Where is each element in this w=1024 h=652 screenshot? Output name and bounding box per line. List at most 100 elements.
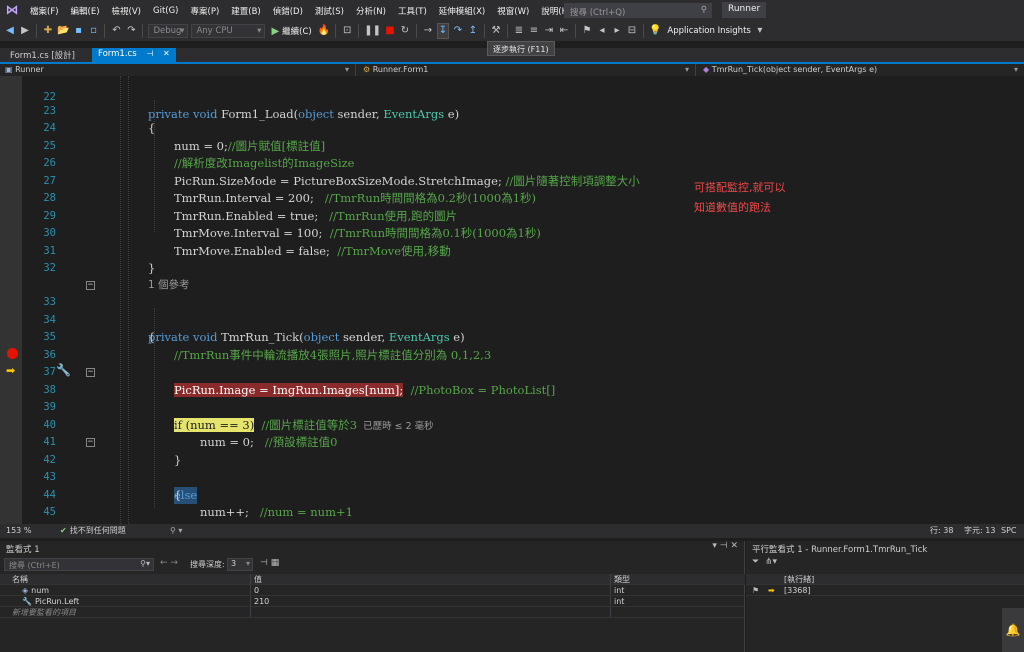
redo-icon[interactable]: ↷ [125, 24, 137, 38]
menu-bar: ⋈ 檔案(F) 編輯(E) 檢視(V) Git(G) 專案(P) 建置(B) 偵… [0, 0, 1024, 21]
zoom-level[interactable]: 153 % [6, 525, 31, 537]
collapse-icon[interactable]: − [86, 438, 95, 447]
menu-edit[interactable]: 編輯(E) [65, 5, 106, 17]
nav-project-dropdown[interactable]: ▣ Runner ▾ [0, 64, 356, 76]
next-bookmark-icon[interactable]: ▸ [611, 24, 623, 38]
code-line: 34 { [43, 313, 156, 345]
global-search-input[interactable]: 搜尋 (Ctrl+Q) ⚲ [564, 3, 712, 18]
restart-icon[interactable]: ↻ [399, 24, 411, 38]
flag-icon[interactable]: ⚑ [752, 585, 759, 596]
close-icon[interactable]: ✕ [163, 49, 170, 58]
notification-bell-icon[interactable]: 🔔 [1002, 608, 1024, 652]
configuration-select[interactable]: Debug [148, 24, 189, 38]
table-row[interactable]: ◈ num 0 int [0, 585, 745, 596]
collapse-icon[interactable]: − [86, 368, 95, 377]
menu-tools[interactable]: 工具(T) [392, 5, 433, 17]
menu-build[interactable]: 建置(B) [225, 5, 266, 17]
comment-icon[interactable]: ≣ [513, 24, 525, 38]
code-line: 33 − private void TmrRun_Tick(object sen… [43, 279, 465, 344]
chevron-down-icon: ▾ [344, 65, 349, 74]
platform-select[interactable]: Any CPU [191, 24, 266, 38]
hot-reload-icon[interactable]: 🔥 [318, 24, 330, 38]
nav-class-dropdown[interactable]: ⚙ Runner.Form1 ▾ [358, 64, 696, 76]
code-line: 43 { [43, 471, 182, 502]
method-icon: ◆ [703, 65, 712, 74]
step-into-icon[interactable]: ↧ [436, 23, 449, 39]
menu-extensions[interactable]: 延伸模組(X) [433, 5, 491, 17]
table-row[interactable]: 🔧 PicRun.Left 210 int [0, 596, 745, 607]
variable-icon: ◈ [22, 586, 29, 595]
screenshot-icon[interactable]: ⊡ [341, 24, 353, 38]
watch-search-input[interactable]: 搜尋 (Ctrl+E) ⚲▾ [4, 558, 154, 571]
indent-icon[interactable]: ⇥ [543, 24, 555, 38]
undo-icon[interactable]: ↶ [110, 24, 122, 38]
app-insights-icon[interactable]: 💡 [649, 24, 661, 38]
filter-icon[interactable]: ⏷ [752, 557, 759, 567]
forward-icon[interactable]: ▶ [19, 24, 31, 38]
pin-icon[interactable]: ⊣ [720, 541, 728, 551]
tab-form1-designer[interactable]: Form1.cs [設計] [4, 48, 81, 62]
menu-file[interactable]: 檔案(F) [24, 5, 65, 17]
menu-debug[interactable]: 偵錯(D) [267, 5, 309, 17]
prev-bookmark-icon[interactable]: ◂ [596, 24, 608, 38]
code-line: 26 PicRun.SizeMode = PictureBoxSizeMode.… [43, 157, 640, 188]
nav-member-dropdown[interactable]: ◆ TmrRun_Tick(object sender, EventArgs e… [698, 64, 1024, 76]
save-icon[interactable]: ▪ [72, 24, 84, 38]
code-line: 29 TmrMove.Interval = 100; //TmrRun時間間格為… [43, 209, 541, 241]
menu-git[interactable]: Git(G) [147, 6, 185, 16]
glyph-margin[interactable] [0, 76, 22, 524]
open-file-icon[interactable]: 📂 [57, 24, 69, 38]
save-all-icon[interactable]: ▫ [87, 24, 99, 38]
issues-indicator[interactable]: ✔ 找不到任何問題 [60, 525, 126, 537]
instruction-pointer-icon[interactable]: ➡ [6, 364, 15, 377]
close-icon[interactable]: ✕ [730, 541, 738, 551]
pin-icon[interactable]: ⊣ [260, 558, 268, 568]
line-number: 行: 38 [930, 526, 954, 535]
add-watch-row[interactable]: 新增要監看的項目 [0, 607, 745, 618]
watch-grid: 名稱 值 類型 ◈ num 0 int 🔧 PicRun.Left 210 int … [0, 574, 745, 618]
search-nav-arrows[interactable]: ← → [160, 558, 178, 568]
step-out-icon[interactable]: ↥ [467, 24, 479, 38]
collapse-icon[interactable]: − [86, 280, 95, 290]
dropdown-icon[interactable]: ▾ [712, 541, 717, 551]
parallel-watch-toolbar: ⏷ ⋔▾ [746, 557, 1024, 572]
continue-button[interactable]: ▶ 繼續(C) [268, 25, 314, 38]
git-branch-icon[interactable]: ⚲ ▾ [170, 525, 182, 537]
diagnostic-tools-icon[interactable]: ⚒ [490, 24, 502, 38]
watch-panel-title: 監看式 1 ▾ ⊣ ✕ [6, 541, 738, 555]
menu-window[interactable]: 視窗(W) [491, 5, 535, 17]
code-line: 28 TmrRun.Enabled = true; //TmrRun使用,跑的圖… [43, 192, 458, 223]
breakpoint-icon[interactable] [7, 348, 18, 359]
chevron-down-icon[interactable]: ▾ [754, 24, 766, 38]
uncomment-icon[interactable]: ≡ [528, 24, 540, 38]
menu-test[interactable]: 測試(S) [309, 5, 350, 17]
app-insights-button[interactable]: Application Insights [664, 26, 750, 36]
code-line: 41 } [43, 436, 182, 467]
code-line: 42 − else [22, 434, 1024, 504]
tab-form1-code[interactable]: Form1.cs ⊣ ✕ [92, 48, 176, 62]
back-icon[interactable]: ◀ [4, 24, 16, 38]
stop-icon[interactable]: ■ [384, 24, 396, 38]
table-row[interactable]: ⚑ ➡ [3368] [746, 585, 1024, 596]
columns-icon[interactable]: ▦ [271, 558, 280, 568]
new-project-icon[interactable]: ✚ [42, 24, 54, 38]
editor-navigation-bar: ▣ Runner ▾ ⚙ Runner.Form1 ▾ ◆ TmrRun_Tic… [0, 64, 1024, 76]
menu-analyze[interactable]: 分析(N) [350, 5, 392, 17]
code-editor[interactable]: 22 private void Form1_Load(object sender… [0, 76, 1024, 524]
pin-icon[interactable]: ⊣ [146, 49, 153, 58]
threads-icon[interactable]: ⋔▾ [765, 557, 777, 567]
show-next-statement-icon[interactable]: → [422, 24, 434, 38]
code-line: 27 TmrRun.Interval = 200; //TmrRun時間間格為0… [43, 174, 536, 206]
menu-project[interactable]: 專案(P) [185, 5, 226, 17]
quick-action-wrench-icon[interactable]: 🔧 [56, 363, 71, 377]
menu-view[interactable]: 檢視(V) [106, 5, 147, 17]
outdent-icon[interactable]: ⇤ [558, 24, 570, 38]
pause-icon[interactable]: ❚❚ [364, 24, 381, 38]
code-line: 39 { [43, 401, 182, 432]
bookmark-icon[interactable]: ⚑ [581, 24, 593, 38]
clear-bookmarks-icon[interactable]: ⊟ [626, 24, 638, 38]
current-statement-line: 38 − if (num == 3) //圖片標註值等於3 已歷時 ≤ 2 毫秒 [43, 367, 434, 432]
step-over-icon[interactable]: ↷ [452, 24, 464, 38]
search-depth-select[interactable]: 3 [227, 558, 253, 571]
code-line: 44 num++; //num = num+1 [43, 488, 353, 520]
